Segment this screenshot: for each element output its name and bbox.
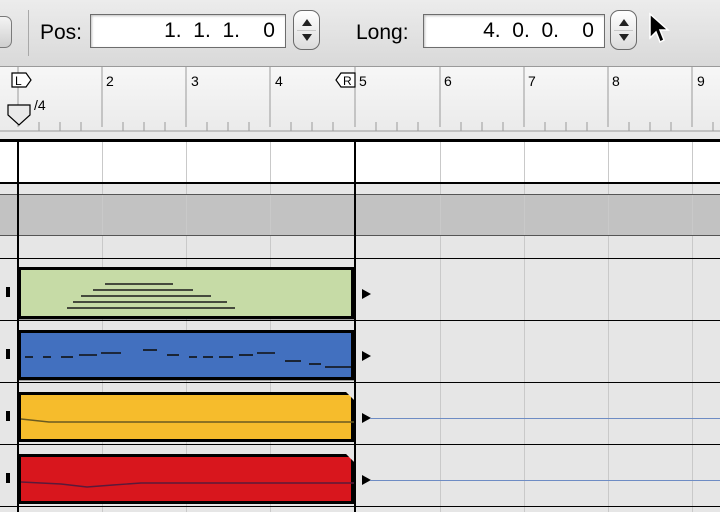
grid-line	[524, 140, 525, 512]
grid-line	[440, 140, 441, 512]
toolbar-edge-button[interactable]	[0, 16, 12, 48]
position-label: Pos:	[40, 21, 83, 44]
automation-curve	[21, 457, 357, 507]
toolbar-separator	[28, 10, 29, 56]
pointer-cursor-icon	[649, 12, 670, 44]
yellow-clip[interactable]	[18, 392, 354, 442]
bar-number: 4	[275, 73, 283, 89]
red-clip[interactable]	[18, 454, 354, 504]
track-edge-marker	[6, 349, 10, 359]
marker-lane[interactable]	[0, 140, 720, 182]
automation-line	[370, 480, 720, 481]
play-arrow-icon[interactable]	[362, 351, 371, 361]
down-arrow-icon[interactable]	[619, 34, 629, 41]
cycle-right-boundary	[354, 140, 356, 512]
up-arrow-icon[interactable]	[302, 19, 312, 26]
time-signature: /4	[34, 97, 46, 113]
midi-notes	[25, 349, 351, 368]
arrange-area[interactable]	[0, 140, 720, 512]
lane-divider	[0, 506, 720, 507]
length-field[interactable]: 4. 0. 0. 0	[423, 14, 605, 48]
down-arrow-icon[interactable]	[302, 34, 312, 41]
bar-ruler[interactable]: L R /4 2 3 4 5 6 7 8 9	[0, 67, 720, 140]
lane-divider	[0, 258, 720, 259]
position-stepper[interactable]	[293, 10, 320, 50]
length-stepper[interactable]	[610, 10, 637, 50]
automation-curve	[21, 395, 357, 445]
toolbar: Pos: 1. 1. 1. 0 Long: 4. 0. 0. 0	[0, 0, 720, 67]
stepper-divider	[614, 30, 633, 31]
up-arrow-icon[interactable]	[619, 19, 629, 26]
global-track-lane[interactable]	[0, 195, 720, 235]
grid-line	[608, 140, 609, 512]
right-locator[interactable]: R	[343, 74, 352, 88]
bar-number: 7	[528, 73, 536, 89]
bar-number: 3	[191, 73, 199, 89]
grid-line	[692, 140, 693, 512]
bar-number: 6	[444, 73, 452, 89]
midi-notes	[67, 283, 235, 309]
lane-divider	[0, 140, 720, 142]
position-field[interactable]: 1. 1. 1. 0	[90, 14, 286, 48]
bar-number: 5	[359, 73, 367, 89]
lane-divider	[0, 194, 720, 195]
blue-clip[interactable]	[18, 330, 354, 380]
left-locator[interactable]: L	[15, 74, 22, 88]
track-edge-marker	[6, 287, 10, 297]
automation-line	[370, 418, 720, 419]
bar-number: 2	[106, 73, 114, 89]
lane-divider	[0, 182, 720, 184]
bar-number: 8	[612, 73, 620, 89]
play-arrow-icon[interactable]	[362, 289, 371, 299]
green-clip[interactable]	[18, 267, 354, 319]
length-label: Long:	[356, 21, 409, 44]
bar-number: 9	[697, 73, 705, 89]
stepper-divider	[297, 30, 316, 31]
track-edge-marker	[6, 473, 10, 483]
track-edge-marker	[6, 411, 10, 421]
lane-divider	[0, 444, 720, 445]
lane-divider	[0, 235, 720, 236]
